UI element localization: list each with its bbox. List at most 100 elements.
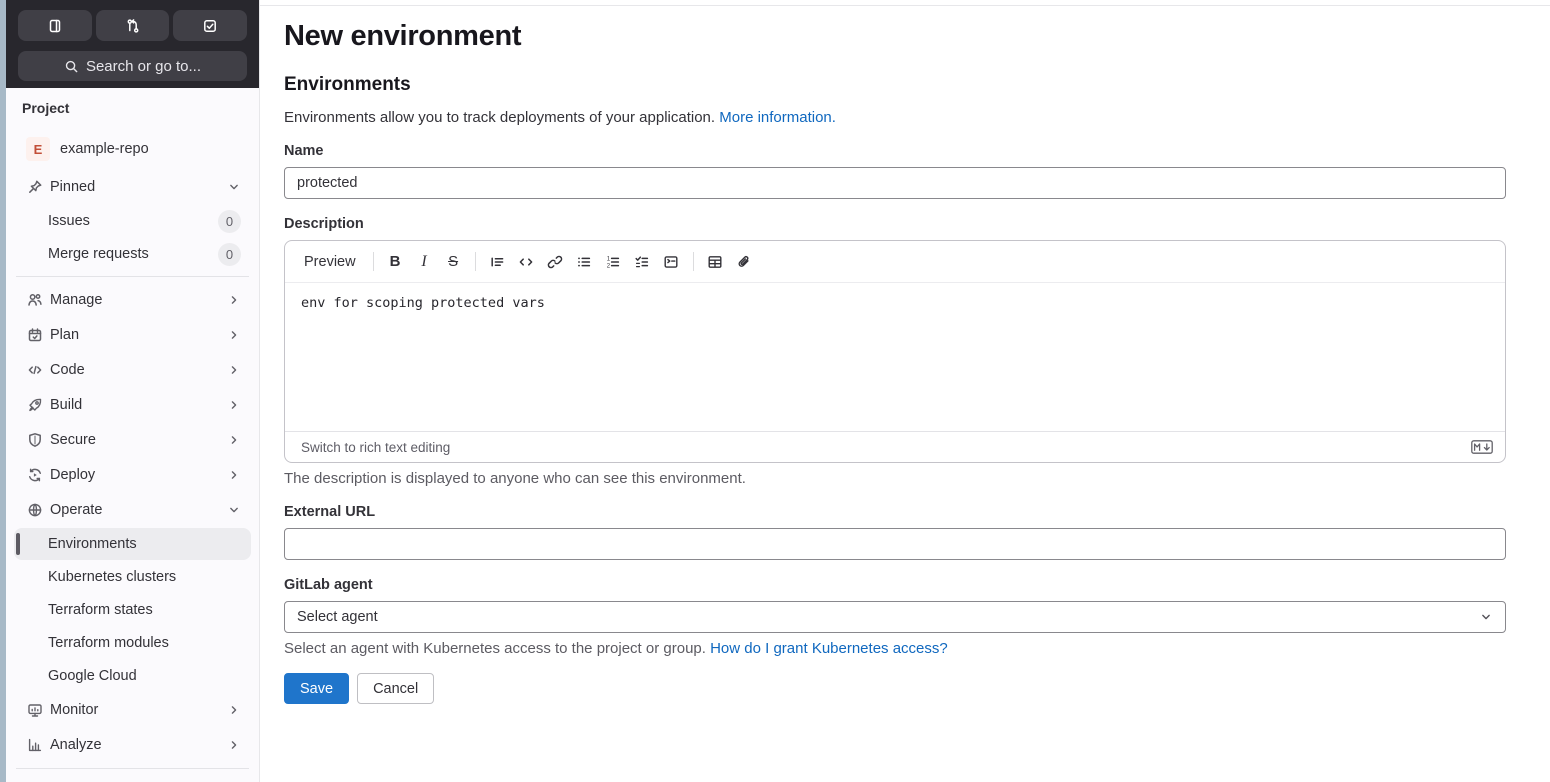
sidebar-header: Search or go to...: [6, 0, 259, 88]
more-information-link[interactable]: More information.: [719, 109, 836, 126]
search-button[interactable]: Search or go to...: [18, 51, 247, 81]
sidebar-item-label: Code: [50, 362, 85, 378]
sidebar-item-label: Issues: [48, 213, 90, 229]
sidebar-item-analyze[interactable]: Analyze: [14, 728, 251, 762]
sidebar-item-label: Environments: [48, 536, 137, 552]
bold-icon[interactable]: B: [382, 248, 409, 275]
name-label: Name: [284, 143, 324, 159]
sidebar-item-manage[interactable]: Manage: [14, 283, 251, 317]
sidebar-item-pinned[interactable]: Pinned: [14, 170, 251, 204]
issues-shortcut-button[interactable]: [18, 10, 92, 41]
sidebar-item-label: Operate: [50, 502, 103, 518]
description-helper-text: The description is displayed to anyone w…: [284, 470, 746, 487]
sidebar-item-label: Monitor: [50, 702, 99, 718]
italic-icon[interactable]: I: [411, 248, 438, 275]
chevron-right-icon: [227, 293, 241, 307]
search-placeholder: Search or go to...: [85, 57, 202, 75]
search-icon: [64, 59, 79, 74]
table-icon[interactable]: [702, 248, 729, 275]
todo-shortcut-button[interactable]: [173, 10, 248, 41]
task-list-icon[interactable]: [629, 248, 656, 275]
description-field-group: Description Preview B I S 1 2 env for sc…: [284, 216, 1506, 487]
sidebar-item-monitor[interactable]: Monitor: [14, 693, 251, 727]
sidebar-nav: Project E example-repo Pinned Issues 0 M…: [6, 88, 259, 769]
description-textarea[interactable]: env for scoping protected vars: [301, 295, 1489, 427]
sidebar-item-label: Kubernetes clusters: [48, 569, 177, 585]
chevron-down-icon: [227, 180, 241, 194]
sidebar-item-terraform-modules[interactable]: Terraform modules: [14, 627, 251, 659]
description-editor-body: env for scoping protected vars: [285, 283, 1505, 431]
sidebar-item-terraform-states[interactable]: Terraform states: [14, 594, 251, 626]
sidebar-item-environments[interactable]: Environments: [14, 528, 251, 560]
page-title: New environment: [284, 20, 522, 52]
sidebar-item-deploy[interactable]: Deploy: [14, 458, 251, 492]
sidebar-item-label: Secure: [50, 432, 96, 448]
sidebar-item-google-cloud[interactable]: Google Cloud: [14, 660, 251, 692]
super-sidebar: Search or go to... Project E example-rep…: [6, 0, 260, 782]
rocket-icon: [26, 396, 44, 414]
merge-request-icon: [125, 18, 141, 34]
collapsible-section-icon[interactable]: [658, 248, 685, 275]
toolbar-separator: [372, 252, 374, 271]
sidebar-item-code[interactable]: Code: [14, 353, 251, 387]
monitor-icon: [26, 701, 44, 719]
chevron-right-icon: [227, 468, 241, 482]
sidebar-item-operate[interactable]: Operate: [14, 493, 251, 527]
pin-icon: [26, 178, 44, 196]
markdown-icon[interactable]: [1471, 440, 1493, 454]
users-icon: [26, 291, 44, 309]
merge-requests-shortcut-button[interactable]: [95, 10, 170, 41]
link-icon[interactable]: [542, 248, 569, 275]
name-input[interactable]: [284, 167, 1506, 199]
code-icon[interactable]: [513, 248, 540, 275]
sidebar-item-issues[interactable]: Issues 0: [14, 205, 251, 237]
document-icon: [47, 18, 63, 34]
sidebar-item-label: Terraform modules: [48, 635, 169, 651]
attach-file-icon[interactable]: [731, 248, 758, 275]
issues-count-badge: 0: [218, 209, 241, 233]
toolbar-separator: [474, 252, 476, 271]
quote-icon[interactable]: [484, 248, 511, 275]
sidebar-item-merge-requests[interactable]: Merge requests 0: [14, 238, 251, 270]
sidebar-item-label: Merge requests: [48, 246, 149, 262]
numbered-list-icon[interactable]: 12: [600, 248, 627, 275]
form-actions: Save Cancel: [284, 673, 1506, 704]
strikethrough-icon[interactable]: S: [440, 248, 467, 275]
sidebar-item-kubernetes-clusters[interactable]: Kubernetes clusters: [14, 561, 251, 593]
svg-text:1: 1: [607, 256, 611, 262]
chevron-right-icon: [227, 398, 241, 412]
sidebar-divider: [16, 276, 249, 277]
sidebar-item-project[interactable]: E example-repo: [14, 131, 251, 167]
kubernetes-access-link[interactable]: How do I grant Kubernetes access?: [710, 640, 948, 657]
sidebar-item-label: Deploy: [50, 467, 96, 483]
todo-checkbox-icon: [202, 18, 218, 34]
sidebar-item-build[interactable]: Build: [14, 388, 251, 422]
project-name: example-repo: [60, 141, 149, 157]
save-button[interactable]: Save: [284, 673, 350, 704]
code-icon: [26, 361, 44, 379]
preview-tab[interactable]: Preview: [295, 254, 365, 270]
switch-to-rich-text-button[interactable]: Switch to rich text editing: [301, 440, 450, 455]
shield-icon: [26, 431, 44, 449]
agent-select[interactable]: Select agent: [284, 601, 1506, 633]
sidebar-item-secure[interactable]: Secure: [14, 423, 251, 457]
project-avatar: E: [26, 137, 50, 161]
sidebar-section-label: Project: [22, 100, 70, 116]
bullet-list-icon[interactable]: [571, 248, 598, 275]
sidebar-divider: [16, 768, 249, 769]
external-url-label: External URL: [284, 504, 376, 520]
cancel-button[interactable]: Cancel: [357, 673, 435, 704]
intro-text: Environments allow you to track deployme…: [284, 109, 836, 126]
sidebar-item-label: Terraform states: [48, 602, 153, 618]
chevron-down-icon: [1479, 610, 1493, 624]
sidebar-item-plan[interactable]: Plan: [14, 318, 251, 352]
markdown-editor: Preview B I S 12 env for scoping protect…: [284, 240, 1506, 463]
markdown-toolbar: Preview B I S 12: [285, 241, 1505, 283]
external-url-input[interactable]: [284, 528, 1506, 560]
merge-requests-count-badge: 0: [218, 242, 241, 266]
chart-icon: [26, 736, 44, 754]
sidebar-item-label: Google Cloud: [48, 668, 137, 684]
sidebar-shortcuts: [18, 10, 248, 41]
section-heading: Environments: [284, 74, 411, 95]
agent-helper-text: Select an agent with Kubernetes access t…: [284, 640, 948, 657]
